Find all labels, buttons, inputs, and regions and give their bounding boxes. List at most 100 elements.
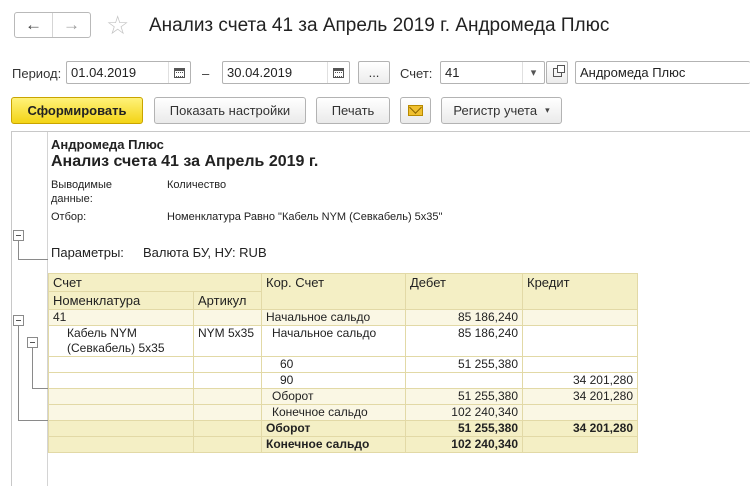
report-title: Анализ счета 41 за Апрель 2019 г. xyxy=(51,153,319,170)
register-button[interactable]: Регистр учета ▾ xyxy=(441,97,562,124)
cell-credit xyxy=(522,309,638,326)
calendar-icon xyxy=(333,67,344,78)
report-area: Андромеда Плюс Анализ счета 41 за Апрель… xyxy=(11,131,750,486)
calendar-button[interactable] xyxy=(168,62,190,83)
cell-corr: Оборот xyxy=(261,420,406,437)
cell-debit: 51 255,380 xyxy=(405,388,523,405)
cell-corr: Начальное сальдо xyxy=(261,309,406,326)
generate-button[interactable]: Сформировать xyxy=(11,97,143,124)
arrow-right-icon: → xyxy=(63,15,80,34)
report-organization: Андромеда Плюс xyxy=(51,137,164,152)
date-from-field[interactable]: 01.04.2019 xyxy=(66,61,191,84)
cell-nomenclature xyxy=(48,372,194,389)
tree-line xyxy=(18,241,48,260)
organization-field[interactable]: Андромеда Плюс xyxy=(575,61,750,84)
header-account: Счет xyxy=(48,273,262,292)
choose-period-button[interactable]: ... xyxy=(358,61,390,84)
header-article: Артикул xyxy=(193,291,262,310)
cell-debit: 85 186,240 xyxy=(405,309,523,326)
cell-debit xyxy=(405,372,523,389)
period-label: Период: xyxy=(12,66,62,81)
print-button[interactable]: Печать xyxy=(316,97,390,124)
total-row: Конечное сальдо 102 240,340 xyxy=(48,436,638,453)
table-row: Оборот 51 255,380 34 201,280 xyxy=(48,388,638,405)
header-corr-account: Кор. Счет xyxy=(261,273,406,310)
collapse-nomenclature-button[interactable] xyxy=(27,337,38,348)
params-label: Параметры: xyxy=(51,245,124,260)
cell-debit: 51 255,380 xyxy=(405,356,523,373)
table-row: 90 34 201,280 xyxy=(48,372,638,389)
table-row: Кабель NYM (Севкабель) 5х35 NYM 5x35 Нача… xyxy=(48,325,638,357)
cell-article xyxy=(193,404,262,421)
date-to-field[interactable]: 30.04.2019 xyxy=(222,61,350,84)
calendar-icon xyxy=(174,67,185,78)
cell-corr: Начальное сальдо xyxy=(261,325,406,357)
nomenclature-line-1: Кабель NYM xyxy=(67,326,137,340)
cell-article xyxy=(193,420,262,437)
account-dropdown-button[interactable]: ▾ xyxy=(522,62,544,83)
cell-article xyxy=(193,309,262,326)
cell-corr: 60 xyxy=(261,356,406,373)
envelope-icon xyxy=(408,105,423,116)
nomenclature-line-2: (Севкабель) 5х35 xyxy=(67,341,165,355)
cell-nomenclature: Кабель NYM (Севкабель) 5х35 xyxy=(48,325,194,357)
favorite-star-icon[interactable]: ☆ xyxy=(106,12,129,38)
filter-label: Отбор: xyxy=(51,211,87,223)
cell-credit: 34 201,280 xyxy=(522,372,638,389)
report-table: Счет Кор. Счет Дебет Кредит Номенклатура… xyxy=(48,273,638,453)
calendar-button[interactable] xyxy=(327,62,349,83)
cell-debit: 85 186,240 xyxy=(405,325,523,357)
cell-credit xyxy=(522,404,638,421)
open-account-button[interactable] xyxy=(546,61,568,84)
cell-article xyxy=(193,356,262,373)
table-row: 60 51 255,380 xyxy=(48,356,638,373)
register-label: Регистр учета xyxy=(453,103,538,118)
header-nomenclature: Номенклатура xyxy=(48,291,194,310)
date-to-value: 30.04.2019 xyxy=(227,65,293,80)
tree-line xyxy=(32,348,48,389)
cell-debit: 102 240,340 xyxy=(405,404,523,421)
filter-value: Номенклатура Равно "Кабель NYM (Севкабел… xyxy=(167,211,443,223)
output-value: Количество xyxy=(167,179,227,191)
header-row: Счет Кор. Счет Дебет Кредит xyxy=(48,273,638,310)
cell-account: 41 xyxy=(48,309,194,326)
cell-article xyxy=(193,436,262,453)
chevron-down-icon: ▾ xyxy=(530,67,537,79)
account-field[interactable]: 41 ▾ xyxy=(440,61,545,84)
navigation-buttons: ← → xyxy=(14,12,91,38)
cell-nomenclature xyxy=(48,404,194,421)
params-value: Валюта БУ, НУ: RUB xyxy=(143,245,267,260)
cell-account xyxy=(48,436,194,453)
back-button[interactable]: ← xyxy=(15,13,52,37)
page-title: Анализ счета 41 за Апрель 2019 г. Андром… xyxy=(149,15,610,36)
show-settings-button[interactable]: Показать настройки xyxy=(154,97,306,124)
cell-corr: 90 xyxy=(261,372,406,389)
header-credit: Кредит xyxy=(522,273,638,310)
cell-article xyxy=(193,388,262,405)
table-row: 41 Начальное сальдо 85 186,240 xyxy=(48,309,638,326)
period-dash: – xyxy=(202,66,210,81)
output-label: Выводимые xyxy=(51,179,112,191)
cell-credit xyxy=(522,325,638,357)
output-label-2: данные: xyxy=(51,193,93,205)
send-email-button[interactable] xyxy=(400,97,431,124)
account-value: 41 xyxy=(445,65,460,80)
cell-credit xyxy=(522,356,638,373)
cell-nomenclature xyxy=(48,356,194,373)
forward-button[interactable]: → xyxy=(52,13,90,37)
cell-debit: 102 240,340 xyxy=(405,436,523,453)
collapse-header-button[interactable] xyxy=(13,230,24,241)
date-from-value: 01.04.2019 xyxy=(71,65,137,80)
cell-corr: Конечное сальдо xyxy=(261,436,406,453)
organization-value: Андромеда Плюс xyxy=(580,65,686,80)
total-row: Оборот 51 255,380 34 201,280 xyxy=(48,420,638,437)
cell-nomenclature xyxy=(48,388,194,405)
open-icon xyxy=(552,65,565,77)
collapse-account-button[interactable] xyxy=(13,315,24,326)
account-label: Счет: xyxy=(400,66,433,81)
cell-credit xyxy=(522,436,638,453)
arrow-left-icon: ← xyxy=(25,15,42,34)
table-row: Конечное сальдо 102 240,340 xyxy=(48,404,638,421)
cell-debit: 51 255,380 xyxy=(405,420,523,437)
cell-account xyxy=(48,420,194,437)
